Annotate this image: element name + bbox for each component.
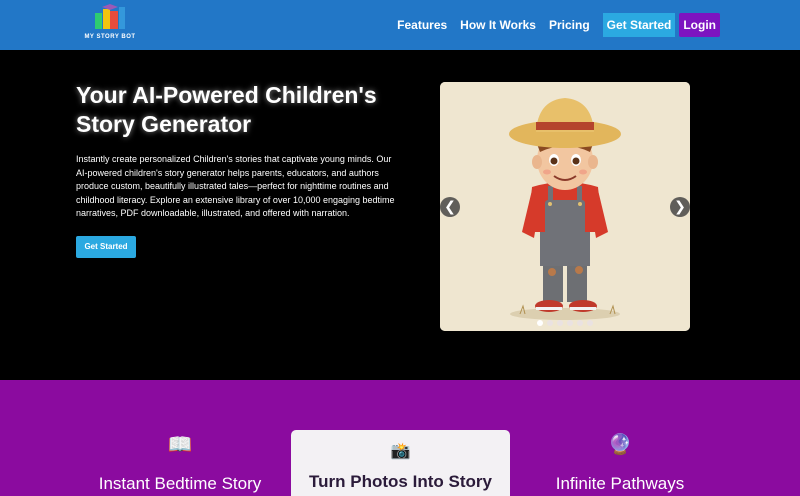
hero-title: Your AI-Powered Children's Story Generat… bbox=[76, 82, 377, 137]
feature-title: Turn Photos Into Story bbox=[309, 472, 492, 491]
nav-link-pricing[interactable]: Pricing bbox=[549, 18, 590, 32]
brand-name: MY STORY BOT bbox=[84, 34, 136, 40]
top-navbar: MY STORY BOT Features How It Works Prici… bbox=[0, 0, 800, 50]
carousel-dot[interactable] bbox=[587, 320, 593, 326]
carousel-next-arrow-icon[interactable]: ❯ bbox=[670, 197, 690, 217]
feature-instant-bedtime-story[interactable]: 📖 Instant Bedtime Story bbox=[70, 430, 290, 494]
feature-title: Instant Bedtime Story bbox=[98, 474, 262, 493]
nav-links: Features How It Works Pricing Get Starte… bbox=[384, 13, 720, 37]
carousel-dot[interactable] bbox=[547, 320, 553, 326]
camera-flash-icon: 📸 bbox=[390, 441, 411, 460]
hero-description: Instantly create personalized Children's… bbox=[76, 154, 395, 219]
nav-link-how-it-works[interactable]: How It Works bbox=[460, 18, 536, 32]
book-stack-logo-icon bbox=[95, 4, 125, 29]
carousel-dot[interactable] bbox=[557, 320, 563, 326]
feature-turn-photos-into-story[interactable]: 📸 Turn Photos Into Story bbox=[291, 430, 510, 496]
open-book-icon: 📖 bbox=[167, 432, 193, 456]
carousel-dot[interactable] bbox=[537, 320, 543, 326]
boy-straw-hat-illustration bbox=[440, 82, 690, 331]
nav-get-started-button[interactable]: Get Started bbox=[602, 13, 676, 37]
carousel-prev-arrow-icon[interactable]: ❮ bbox=[440, 197, 460, 217]
crystal-ball-icon: 🔮 bbox=[607, 432, 633, 456]
brand-logo[interactable]: MY STORY BOT bbox=[84, 3, 136, 45]
hero-get-started-button[interactable]: Get Started bbox=[76, 236, 136, 258]
feature-title: Infinite Pathways bbox=[555, 474, 685, 493]
carousel-dot[interactable] bbox=[577, 320, 583, 326]
story-image-carousel: ❮ ❯ bbox=[440, 82, 690, 331]
feature-infinite-pathways[interactable]: 🔮 Infinite Pathways bbox=[510, 430, 730, 494]
nav-login-button[interactable]: Login bbox=[679, 13, 720, 37]
carousel-dots bbox=[440, 320, 690, 326]
hero-section: Your AI-Powered Children's Story Generat… bbox=[0, 50, 800, 380]
nav-link-features[interactable]: Features bbox=[397, 18, 447, 32]
carousel-dot[interactable] bbox=[567, 320, 573, 326]
